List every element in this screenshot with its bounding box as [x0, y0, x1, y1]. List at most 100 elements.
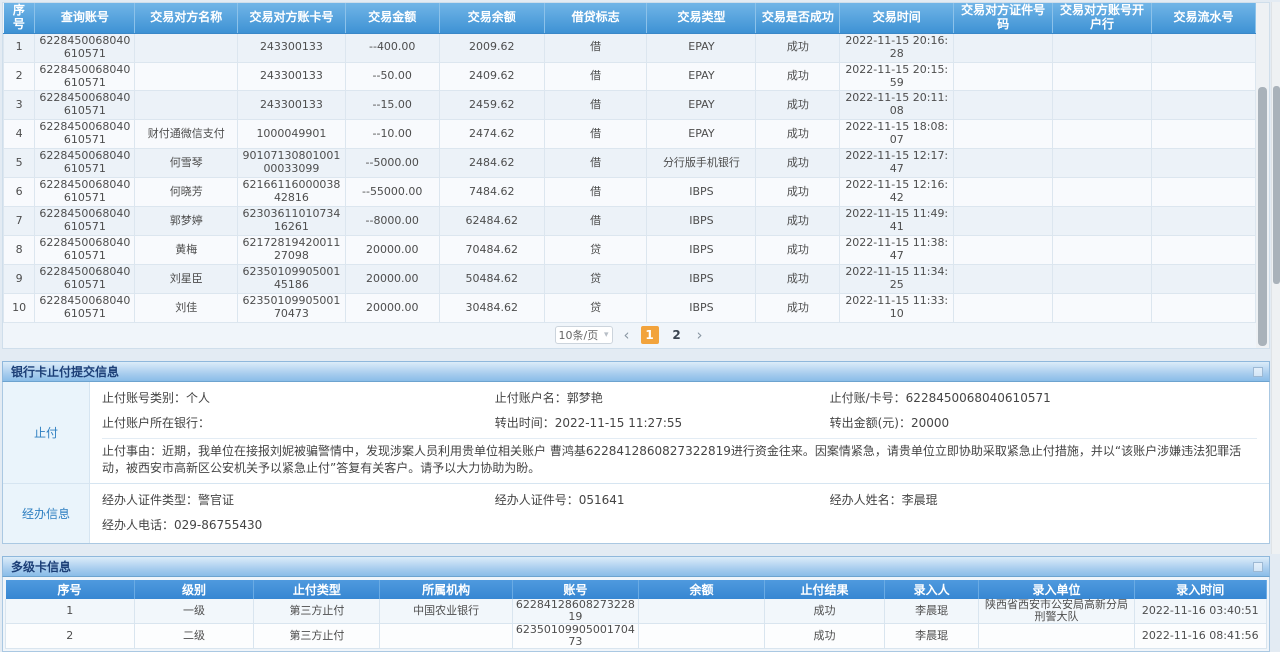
table-cell: 成功	[756, 178, 840, 207]
table-cell: 2022-11-15 11:33:10	[840, 294, 954, 323]
scrollbar-thumb[interactable]	[1273, 86, 1280, 284]
table-cell: --8000.00	[345, 207, 439, 236]
table-cell: --15.00	[345, 91, 439, 120]
table-cell: 二级	[134, 623, 254, 648]
table-row: 46228450068040610571财付通微信支付1000049901--1…	[4, 120, 1256, 149]
page-button-2[interactable]: 2	[668, 326, 686, 344]
table-cell: 7484.62	[439, 178, 544, 207]
table-cell: 4	[4, 120, 35, 149]
table-cell: 30484.62	[439, 294, 544, 323]
table-cell: 6228450068040610571	[35, 91, 135, 120]
table-cell: 6228450068040610571	[35, 149, 135, 178]
field: 止付账号类别：个人	[102, 386, 495, 411]
table-row: 2二级第三方止付6235010990500170473成功李晨琨2022-11-…	[6, 623, 1267, 648]
table-cell	[1053, 265, 1152, 294]
table-cell: 成功	[765, 599, 885, 624]
table-vertical-scrollbar[interactable]	[1256, 3, 1269, 348]
table-cell: IBPS	[647, 236, 756, 265]
pagination: 10条/页 ▾ ‹ 1 2 ›	[3, 323, 1256, 348]
multi-card-table: 序号级别止付类型所属机构账号余额止付结果录入人录入单位录入时间1一级第三方止付中…	[5, 580, 1267, 649]
table-cell	[1152, 33, 1256, 62]
column-header: 录入单位	[979, 580, 1134, 599]
table-cell: 6228450068040610571	[35, 207, 135, 236]
table-cell	[1053, 236, 1152, 265]
table-cell: 借	[544, 149, 647, 178]
table-cell	[954, 62, 1053, 91]
table-cell: 2022-11-15 11:38:47	[840, 236, 954, 265]
table-cell	[954, 178, 1053, 207]
table-cell: 一级	[134, 599, 254, 624]
page-size-value: 10条/页	[559, 327, 599, 343]
table-cell: 20000.00	[345, 265, 439, 294]
field: 转出金额(元)：20000	[830, 411, 1257, 436]
table-cell: 财付通微信支付	[135, 120, 238, 149]
table-row: 96228450068040610571刘星臣62350109905001451…	[4, 265, 1256, 294]
table-cell: 借	[544, 33, 647, 62]
table-cell: 2484.62	[439, 149, 544, 178]
page-size-select[interactable]: 10条/页 ▾	[555, 326, 613, 344]
table-cell	[954, 91, 1053, 120]
table-cell: 1000049901	[238, 120, 346, 149]
collapse-icon[interactable]	[1253, 562, 1263, 572]
table-cell: EPAY	[647, 33, 756, 62]
multi-card-section: 多级卡信息 序号级别止付类型所属机构账号余额止付结果录入人录入单位录入时间1一级…	[2, 556, 1270, 652]
column-header: 查询账号	[35, 3, 135, 33]
handler-info-fields: 经办人证件类型：警官证经办人证件号：051641经办人姓名：李晨琨经办人电话：0…	[102, 488, 1257, 538]
table-cell: 6217281942001127098	[238, 236, 346, 265]
table-cell: 2459.62	[439, 91, 544, 120]
next-page-button[interactable]: ›	[695, 326, 705, 344]
table-cell	[1152, 91, 1256, 120]
collapse-icon[interactable]	[1253, 367, 1263, 377]
transactions-panel: 序号查询账号交易对方名称交易对方账卡号交易金额交易余额借贷标志交易类型交易是否成…	[2, 2, 1270, 349]
table-cell: 2	[6, 623, 135, 648]
table-cell: 70484.62	[439, 236, 544, 265]
field: 止付账/卡号：6228450068040610571	[830, 386, 1257, 411]
table-cell: 2022-11-15 12:16:42	[840, 178, 954, 207]
table-cell: 2009.62	[439, 33, 544, 62]
column-header: 级别	[134, 580, 254, 599]
table-cell	[954, 207, 1053, 236]
table-cell: 10	[4, 294, 35, 323]
table-cell	[954, 265, 1053, 294]
table-cell	[1053, 120, 1152, 149]
table-cell: --5000.00	[345, 149, 439, 178]
prev-page-button[interactable]: ‹	[622, 326, 632, 344]
scrollbar-thumb[interactable]	[1258, 87, 1267, 346]
table-cell: 成功	[756, 91, 840, 120]
table-cell: 贷	[544, 236, 647, 265]
column-header: 交易余额	[439, 3, 544, 33]
table-cell: 6235010990500145186	[238, 265, 346, 294]
table-cell: 2022-11-15 18:08:07	[840, 120, 954, 149]
table-cell: 1	[4, 33, 35, 62]
table-cell: 李晨琨	[884, 599, 979, 624]
table-cell	[1152, 294, 1256, 323]
table-cell: 5	[4, 149, 35, 178]
table-header-row: 序号查询账号交易对方名称交易对方账卡号交易金额交易余额借贷标志交易类型交易是否成…	[4, 3, 1256, 33]
column-header: 所属机构	[380, 580, 512, 599]
stop-payment-group-label: 止付	[3, 382, 90, 483]
field: 经办人电话：029-86755430	[102, 513, 495, 538]
vertical-scrollbar[interactable]	[1271, 2, 1280, 554]
table-cell: 6228412860827322819	[512, 599, 638, 624]
table-cell: 6228450068040610571	[35, 33, 135, 62]
table-cell: 2022-11-15 11:49:41	[840, 207, 954, 236]
table-cell: 借	[544, 178, 647, 207]
table-cell: --55000.00	[345, 178, 439, 207]
table-cell: 1	[6, 599, 135, 624]
table-cell: 2022-11-15 20:16:28	[840, 33, 954, 62]
table-cell	[954, 294, 1053, 323]
table-cell	[135, 62, 238, 91]
page-button-1[interactable]: 1	[641, 326, 659, 344]
table-cell: 中国农业银行	[380, 599, 512, 624]
transactions-table: 序号查询账号交易对方名称交易对方账卡号交易金额交易余额借贷标志交易类型交易是否成…	[3, 3, 1256, 323]
table-row: 1一级第三方止付中国农业银行6228412860827322819成功李晨琨陕西…	[6, 599, 1267, 624]
table-cell: 何晓芳	[135, 178, 238, 207]
multi-card-section-header: 多级卡信息	[2, 556, 1270, 577]
table-cell: 2022-11-15 20:15:59	[840, 62, 954, 91]
table-cell: 6228450068040610571	[35, 62, 135, 91]
table-cell: 2409.62	[439, 62, 544, 91]
table-cell: 陕西省西安市公安局高新分局刑警大队	[979, 599, 1134, 624]
table-cell: IBPS	[647, 265, 756, 294]
table-row: 106228450068040610571刘佳62350109905001704…	[4, 294, 1256, 323]
table-cell: 成功	[756, 149, 840, 178]
